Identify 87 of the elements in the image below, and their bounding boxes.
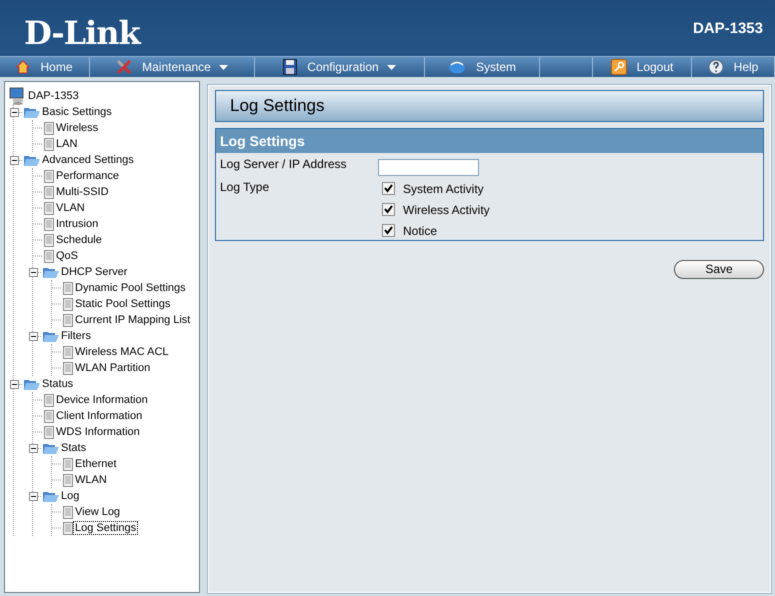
tree-item[interactable]: View Log — [74, 506, 122, 518]
document-icon — [62, 298, 74, 310]
checkbox-label: System Activity — [403, 182, 484, 196]
tree-item[interactable]: Multi-SSID — [55, 186, 110, 198]
document-icon — [43, 426, 55, 438]
caret-icon[interactable] — [386, 64, 396, 70]
document-icon — [43, 202, 55, 214]
document-icon — [43, 410, 55, 422]
section-title: Log Settings — [220, 133, 305, 149]
tree-item[interactable]: VLAN — [55, 202, 86, 214]
nav-item[interactable]: Configuration — [283, 59, 379, 75]
save-button[interactable]: Save — [674, 260, 764, 278]
tree-item[interactable]: LAN — [55, 138, 78, 150]
document-icon — [62, 458, 74, 470]
tree-item[interactable]: Schedule — [55, 234, 103, 246]
tree-item[interactable]: DHCP Server — [60, 266, 128, 278]
tree-item[interactable]: Static Pool Settings — [74, 298, 172, 310]
tree-item[interactable]: Ethernet — [74, 458, 118, 470]
nav-item[interactable]: Home — [16, 60, 72, 74]
help-icon — [708, 59, 724, 75]
input-field[interactable] — [378, 158, 479, 176]
tree-item[interactable]: Stats — [60, 442, 88, 454]
logo: D-Link — [24, 14, 140, 52]
folder-icon — [42, 329, 60, 343]
document-icon — [62, 474, 74, 486]
tree-item[interactable]: Status — [41, 378, 74, 390]
collapse-icon[interactable] — [10, 108, 23, 116]
folder-icon — [42, 265, 60, 279]
checkbox[interactable] — [382, 182, 395, 195]
tree-item[interactable]: WDS Information — [55, 426, 141, 438]
tree-item[interactable]: Client Information — [55, 410, 144, 422]
document-icon — [43, 250, 55, 262]
document-icon — [43, 170, 55, 182]
nav-item[interactable]: Logout — [610, 59, 674, 75]
key-icon — [610, 59, 627, 75]
field-label: Log Server / IP Address — [220, 157, 348, 173]
model-name: DAP-1353 — [692, 20, 763, 36]
document-icon — [62, 522, 74, 534]
tree-item[interactable]: Basic Settings — [41, 106, 113, 118]
caret-icon[interactable] — [218, 64, 228, 70]
document-icon — [62, 314, 74, 326]
folder-icon — [23, 105, 41, 119]
checkbox-label: Wireless Activity — [403, 202, 490, 216]
tree-item[interactable]: Wireless — [55, 122, 100, 134]
document-icon — [62, 282, 74, 294]
page-title: Log Settings — [230, 96, 325, 116]
collapse-icon[interactable] — [29, 492, 42, 500]
document-icon — [43, 394, 55, 406]
collapse-icon[interactable] — [29, 332, 42, 340]
collapse-icon[interactable] — [10, 156, 23, 164]
document-icon — [62, 346, 74, 358]
tree-item[interactable]: Current IP Mapping List — [74, 314, 192, 326]
nav-item[interactable]: System — [448, 60, 516, 74]
tree-item[interactable]: Log — [60, 490, 80, 502]
tree-item[interactable]: QoS — [55, 250, 80, 262]
nav-item[interactable]: Help — [708, 59, 758, 75]
document-icon — [62, 362, 74, 374]
field-label: Log Type — [220, 180, 270, 196]
tree-item[interactable]: Performance — [55, 170, 120, 182]
collapse-icon[interactable] — [29, 268, 42, 276]
folder-icon — [42, 441, 60, 455]
tree-item[interactable]: Filters — [60, 330, 92, 342]
document-icon — [43, 218, 55, 230]
document-icon — [43, 186, 55, 198]
document-icon — [43, 122, 55, 134]
tree-item[interactable]: Intrusion — [55, 218, 100, 230]
checkbox[interactable] — [382, 224, 395, 237]
tree-item[interactable]: WLAN Partition — [74, 362, 152, 374]
document-icon — [43, 234, 55, 246]
tree-item[interactable]: Advanced Settings — [41, 154, 135, 166]
tree-item[interactable]: Log Settings — [74, 522, 138, 534]
folder-icon — [23, 377, 41, 391]
tree-item[interactable]: DAP-1353 — [27, 90, 80, 102]
nav-item[interactable]: Maintenance — [116, 59, 211, 75]
document-icon — [43, 138, 55, 150]
checkbox[interactable] — [382, 203, 395, 216]
document-icon — [62, 506, 74, 518]
tree-item[interactable]: Dynamic Pool Settings — [74, 282, 187, 294]
home-icon — [16, 60, 30, 74]
tree-item[interactable]: Device Information — [55, 394, 149, 406]
folder-icon — [23, 153, 41, 167]
tree-item[interactable]: Wireless MAC ACL — [74, 346, 170, 358]
collapse-icon[interactable] — [10, 380, 23, 388]
collapse-icon[interactable] — [29, 444, 42, 452]
folder-icon — [42, 489, 60, 503]
checkbox-label: Notice — [403, 224, 438, 238]
tree-item[interactable]: WLAN — [74, 474, 108, 486]
